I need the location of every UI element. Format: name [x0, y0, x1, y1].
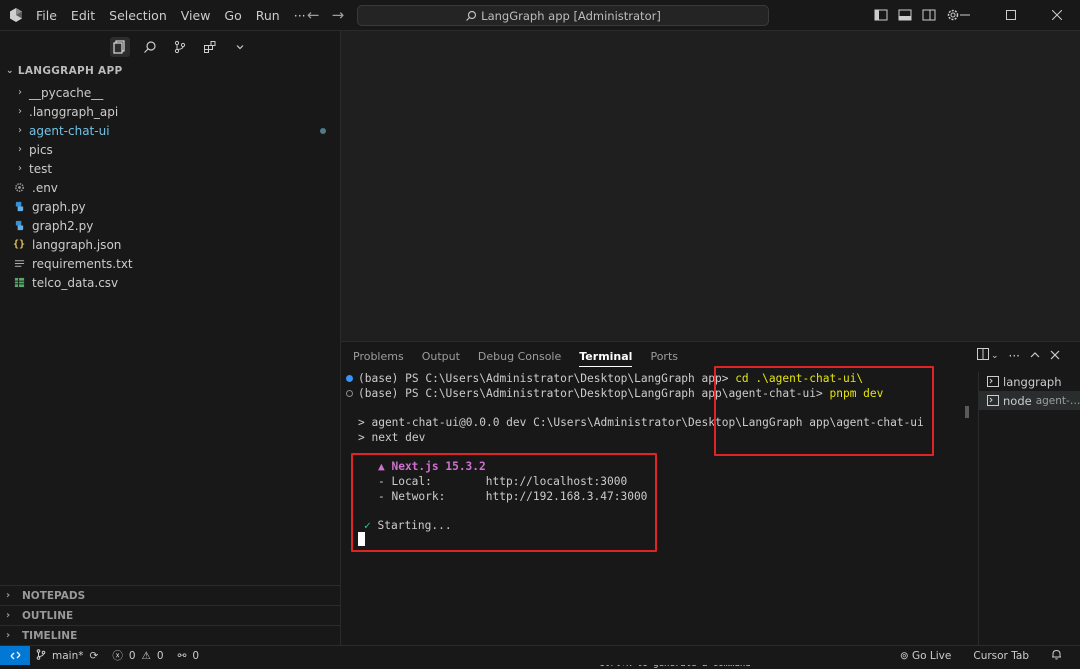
chevron-down-icon[interactable]: ⌄ — [991, 351, 999, 361]
chevron-down-icon: ⌄ — [6, 66, 14, 76]
section-notepads[interactable]: › NOTEPADS — [0, 585, 340, 605]
command-center[interactable]: LangGraph app [Administrator] — [357, 5, 769, 26]
menu-file[interactable]: File — [36, 6, 57, 25]
tree-item-pycache[interactable]: › __pycache__ — [0, 83, 340, 102]
maximize-panel-icon[interactable] — [1030, 349, 1040, 363]
highlight-box-commands — [714, 366, 934, 456]
broadcast-icon: ⊚ — [899, 649, 909, 662]
forward-arrow-icon[interactable]: → — [332, 6, 345, 24]
chevron-right-icon: › — [18, 163, 22, 174]
ports-icon: ⚯ — [177, 649, 187, 662]
terminal-icon — [987, 376, 999, 387]
terminal-instance-langgraph[interactable]: langgraph — [979, 372, 1080, 391]
toggle-primary-sidebar-icon[interactable] — [873, 7, 889, 23]
tree-item-test[interactable]: › test — [0, 159, 340, 178]
warning-icon: ⚠ — [141, 649, 151, 662]
close-panel-icon[interactable] — [1050, 349, 1060, 363]
section-outline[interactable]: › OUTLINE — [0, 605, 340, 625]
search-view-icon[interactable] — [140, 37, 160, 57]
ports-count[interactable]: 0 — [192, 650, 199, 662]
error-icon: ⓧ — [112, 650, 123, 662]
split-terminal-icon[interactable] — [977, 348, 989, 363]
warning-count[interactable]: 0 — [157, 650, 164, 662]
chevron-right-icon: › — [6, 590, 11, 601]
tree-item-agent-chat-ui[interactable]: › agent-chat-ui — [0, 121, 340, 140]
chevron-down-icon[interactable] — [230, 37, 250, 57]
terminal-scrollbar[interactable] — [965, 406, 969, 418]
chevron-right-icon: › — [6, 630, 11, 641]
panel-tabs: Problems Output Debug Console Terminal P… — [353, 350, 678, 367]
tree-item-pics[interactable]: › pics — [0, 140, 340, 159]
tab-debug-console[interactable]: Debug Console — [478, 350, 561, 367]
command-running-dot-icon — [346, 390, 353, 397]
window-title: LangGraph app [Administrator] — [481, 8, 661, 23]
menu-view[interactable]: View — [181, 6, 211, 25]
toggle-panel-icon[interactable] — [897, 7, 913, 23]
source-control-icon[interactable] — [170, 37, 190, 57]
menu-run[interactable]: Run — [256, 6, 280, 25]
modified-indicator — [320, 128, 326, 134]
python-file-icon — [12, 220, 26, 231]
workspace-name: LANGGRAPH APP — [17, 65, 123, 77]
json-file-icon: {} — [12, 239, 26, 250]
terminal-line: > next dev — [358, 431, 426, 444]
remote-indicator-icon[interactable] — [0, 646, 30, 665]
error-count[interactable]: 0 — [129, 650, 136, 662]
toggle-secondary-sidebar-icon[interactable] — [921, 7, 937, 23]
explorer-icon[interactable] — [110, 37, 130, 57]
tab-output[interactable]: Output — [422, 350, 460, 367]
gear-file-icon — [12, 182, 26, 193]
go-live-button[interactable]: ⊚ Go Live — [900, 650, 952, 662]
file-tree: › __pycache__ › .langgraph_api › agent-chat… — [0, 83, 340, 292]
chevron-right-icon: › — [18, 125, 22, 136]
tree-item-env[interactable]: .env — [0, 178, 340, 197]
command-success-dot-icon — [346, 375, 353, 382]
cursor-logo-icon — [10, 8, 22, 22]
tree-item-langgraph-json[interactable]: {} langgraph.json — [0, 235, 340, 254]
menu-edit[interactable]: Edit — [71, 6, 95, 25]
csv-file-icon — [12, 277, 26, 288]
highlight-box-server-info — [351, 453, 657, 552]
minimize-button[interactable] — [942, 0, 988, 30]
tree-item-requirements-txt[interactable]: requirements.txt — [0, 254, 340, 273]
chevron-right-icon: › — [6, 610, 11, 621]
editor-area[interactable] — [341, 31, 1080, 341]
tree-item-telco-data-csv[interactable]: telco_data.csv — [0, 273, 340, 292]
maximize-button[interactable] — [988, 0, 1034, 30]
tree-item-langgraph-api[interactable]: › .langgraph_api — [0, 102, 340, 121]
menu-bar: File Edit Selection View Go Run ··· — [36, 0, 306, 30]
extensions-icon[interactable] — [200, 37, 220, 57]
terminal-list: langgraph node agent-… — [978, 372, 1080, 646]
text-file-icon — [12, 258, 26, 269]
sync-icon[interactable]: ⟳ — [90, 650, 99, 662]
chevron-right-icon: › — [18, 144, 22, 155]
tab-problems[interactable]: Problems — [353, 350, 404, 367]
tab-ports[interactable]: Ports — [650, 350, 678, 367]
terminal-instance-node[interactable]: node agent-… — [979, 391, 1080, 410]
close-button[interactable] — [1034, 0, 1080, 30]
bell-icon[interactable] — [1051, 649, 1062, 663]
status-bar: main* ⟳ ⓧ 0 ⚠ 0 ⚯ 0 ⊚ Go Live Cursor Tab — [0, 645, 1080, 665]
git-branch[interactable]: main* — [52, 650, 84, 662]
chevron-right-icon: › — [18, 106, 22, 117]
cursor-tab-button[interactable]: Cursor Tab — [973, 650, 1029, 662]
search-icon — [466, 10, 477, 21]
back-arrow-icon[interactable]: ← — [307, 6, 320, 24]
tree-item-graph-py[interactable]: graph.py — [0, 197, 340, 216]
section-timeline[interactable]: › TIMELINE — [0, 625, 340, 645]
more-actions-icon[interactable]: ··· — [1009, 349, 1020, 363]
menu-selection[interactable]: Selection — [109, 6, 167, 25]
bottom-panel: Problems Output Debug Console Terminal P… — [341, 341, 1080, 669]
menu-go[interactable]: Go — [224, 6, 241, 25]
terminal-icon — [987, 395, 999, 406]
chevron-right-icon: › — [18, 87, 22, 98]
python-file-icon — [12, 201, 26, 212]
title-bar: File Edit Selection View Go Run ··· ← → … — [0, 0, 1080, 31]
tree-item-graph2-py[interactable]: graph2.py — [0, 216, 340, 235]
primary-sidebar: ⌄ LANGGRAPH APP › __pycache__ › .langgraph… — [0, 31, 341, 645]
tab-terminal[interactable]: Terminal — [579, 350, 633, 367]
explorer-section-header[interactable]: ⌄ LANGGRAPH APP — [6, 65, 122, 77]
git-branch-icon — [36, 648, 46, 663]
menu-more[interactable]: ··· — [294, 6, 306, 25]
